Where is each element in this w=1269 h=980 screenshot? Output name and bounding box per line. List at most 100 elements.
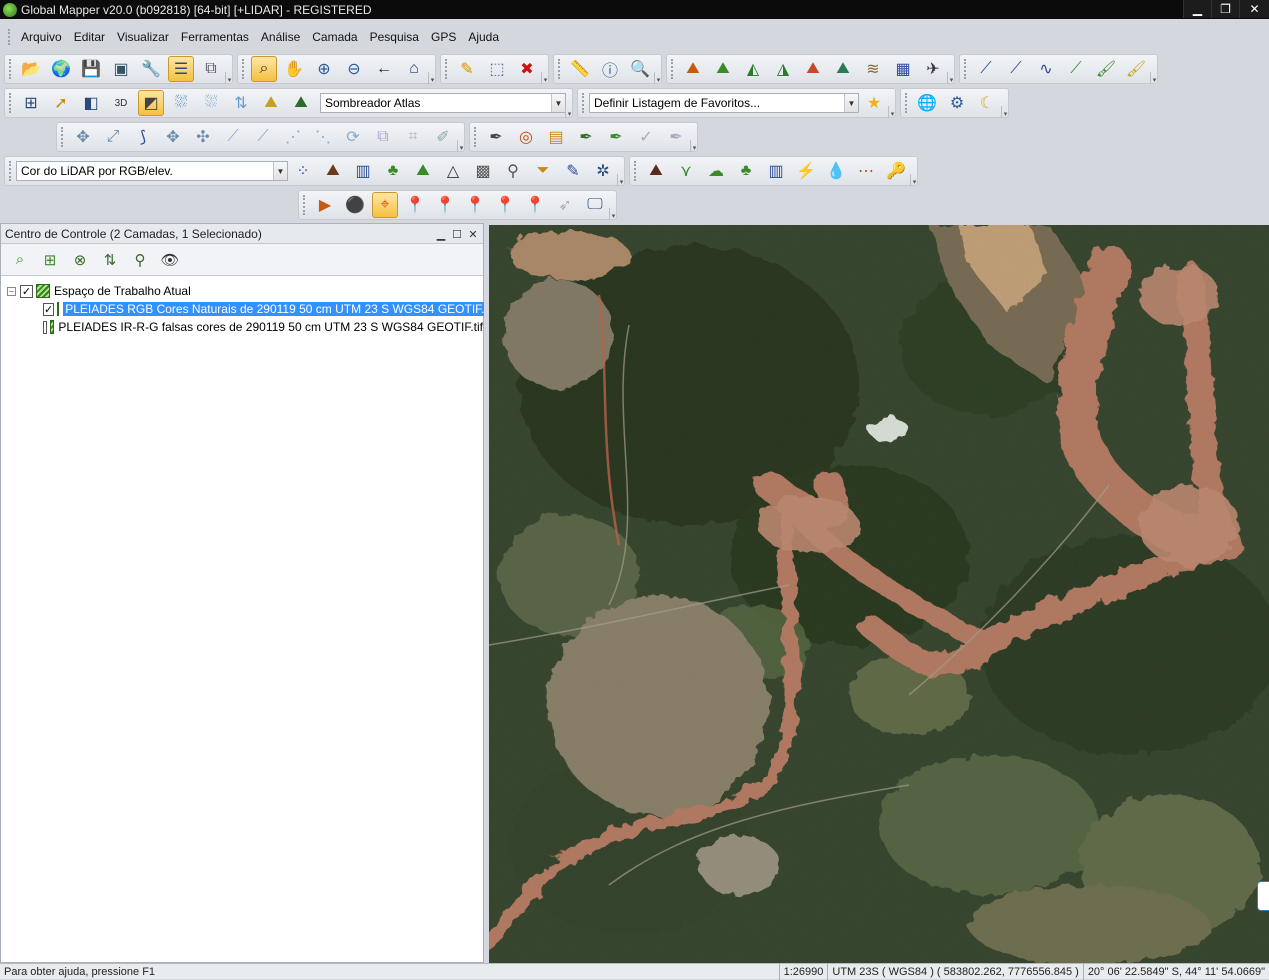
snap-icon[interactable]: ✣ xyxy=(190,124,216,150)
water-class-icon[interactable]: 💧 xyxy=(823,158,849,184)
layer-visibility-icon[interactable]: 👁 xyxy=(156,247,184,273)
path-profile-icon[interactable]: ▤ xyxy=(543,124,569,150)
copy-feature-icon[interactable]: ⧉ xyxy=(370,124,396,150)
layer-move-icon[interactable]: ⇅ xyxy=(96,247,124,273)
menu-pesquisa[interactable]: Pesquisa xyxy=(364,30,425,44)
chevron-down-icon[interactable]: ▼ xyxy=(273,162,287,180)
map-view[interactable] xyxy=(489,225,1269,963)
lidar-cloud-icon[interactable]: ⛰ xyxy=(410,158,436,184)
layer-row[interactable]: PLEIADES IR-R-G falsas cores de 290119 5… xyxy=(1,318,483,336)
gps-pin-track-icon[interactable]: 📍 xyxy=(492,192,518,218)
settings-gear-icon[interactable]: ⚙ xyxy=(944,90,970,116)
pan-hand-icon[interactable]: ✋ xyxy=(281,56,307,82)
layer-remove-icon[interactable]: ⊗ xyxy=(66,247,94,273)
layer-name[interactable]: PLEIADES IR-R-G falsas cores de 290119 5… xyxy=(58,320,483,334)
shader-select[interactable]: Sombreador Atlas ▼ xyxy=(320,93,566,113)
pencil-icon[interactable]: ✎ xyxy=(454,56,480,82)
gps-marker-icon[interactable]: ⚫ xyxy=(342,192,368,218)
menu-ferramentas[interactable]: Ferramentas xyxy=(175,30,255,44)
target-icon[interactable]: ◎ xyxy=(513,124,539,150)
panel-close-icon[interactable]: ✕ xyxy=(465,226,481,242)
close-button[interactable]: ✕ xyxy=(1239,0,1269,18)
terrain-layer-icon[interactable]: ⛰ xyxy=(288,90,314,116)
panel-minimize-icon[interactable]: ▁ xyxy=(433,226,449,242)
star-icon[interactable]: ★ xyxy=(861,90,887,116)
workspace-checkbox[interactable]: ✓ xyxy=(20,284,33,298)
gps-play-icon[interactable]: ▶ xyxy=(312,192,338,218)
control-center-icon[interactable]: ☰ xyxy=(168,56,194,82)
gps-vector-icon[interactable]: ➶ xyxy=(552,192,578,218)
vegetation-medium-icon[interactable]: ☁ xyxy=(703,158,729,184)
gps-pin-point-icon[interactable]: 📍 xyxy=(462,192,488,218)
ground-class-icon[interactable]: ⛰ xyxy=(643,158,669,184)
toolbar-overflow-icon[interactable]: ▾ xyxy=(457,140,465,152)
menu-camada[interactable]: Camada xyxy=(306,30,363,44)
line-tool-icon[interactable]: ⟋ xyxy=(973,56,999,82)
menu-analise[interactable]: Análise xyxy=(255,30,306,44)
toolbar-overflow-icon[interactable]: ▾ xyxy=(947,72,955,84)
water-level-icon[interactable]: ⛆ xyxy=(168,90,194,116)
gps-pin-icon[interactable]: 📍 xyxy=(432,192,458,218)
delete-icon[interactable]: ✖ xyxy=(514,56,540,82)
export-image-icon[interactable]: ▣ xyxy=(108,56,134,82)
toolbar-overflow-icon[interactable]: ▾ xyxy=(617,174,625,186)
chevron-down-icon[interactable]: ▼ xyxy=(844,94,858,112)
toolbar-overflow-icon[interactable]: ▾ xyxy=(910,174,918,186)
terrain-profile-icon[interactable]: ◭ xyxy=(740,56,766,82)
menu-arquivo[interactable]: Arquivo xyxy=(15,30,68,44)
save-icon[interactable]: 💾 xyxy=(78,56,104,82)
menu-ajuda[interactable]: Ajuda xyxy=(462,30,505,44)
split-line-icon[interactable]: ⟋ xyxy=(250,124,276,150)
digitizer-arrow-icon[interactable]: ➚ xyxy=(48,90,74,116)
pick-class-icon[interactable]: 🔑 xyxy=(883,158,909,184)
menu-gps[interactable]: GPS xyxy=(425,30,462,44)
reshape-icon[interactable]: ⋱ xyxy=(310,124,336,150)
toolbar-overflow-icon[interactable]: ▾ xyxy=(690,140,698,152)
line-edit-icon[interactable]: ⟋ xyxy=(1003,56,1029,82)
smooth-icon[interactable]: ⋰ xyxy=(280,124,306,150)
brush-green-icon[interactable]: 🖌 xyxy=(1093,56,1119,82)
check-pen-icon[interactable]: ✓ xyxy=(633,124,659,150)
crop-icon[interactable]: ⌗ xyxy=(400,124,426,150)
toolbar-overflow-icon[interactable]: ▾ xyxy=(1150,72,1158,84)
point-search-icon[interactable]: ⚲ xyxy=(500,158,526,184)
chevron-down-icon[interactable]: ▼ xyxy=(551,94,565,112)
building-class-icon[interactable]: ▥ xyxy=(763,158,789,184)
hillshade-icon[interactable]: ◩ xyxy=(138,90,164,116)
gps-screen-icon[interactable]: 🖵 xyxy=(582,192,608,218)
cut-fill-icon[interactable]: ≋ xyxy=(860,56,886,82)
digitize-pen-icon[interactable]: ✒ xyxy=(573,124,599,150)
move-vertex-icon[interactable]: ✥ xyxy=(160,124,186,150)
layer-zoom-icon[interactable]: ⌕ xyxy=(6,247,34,273)
3d-view-icon[interactable]: 3D xyxy=(108,90,134,116)
toolbar-overflow-icon[interactable]: ▾ xyxy=(1001,106,1009,118)
water-drop-icon[interactable]: ⛆ xyxy=(198,90,224,116)
rotate-icon[interactable]: ⟳ xyxy=(340,124,366,150)
lidar-pen-icon[interactable]: ✒ xyxy=(483,124,509,150)
overview-map-icon[interactable]: ⧉ xyxy=(198,56,224,82)
toolbar-overflow-icon[interactable]: ▾ xyxy=(428,72,436,84)
gps-pin-pen-icon[interactable]: 📍 xyxy=(402,192,428,218)
map-side-tab[interactable] xyxy=(1257,881,1269,911)
zoom-in-icon[interactable]: ⊕ xyxy=(311,56,337,82)
sun-terrain-icon[interactable]: ⛰ xyxy=(258,90,284,116)
zoom-tool-icon[interactable]: ⌕ xyxy=(251,56,277,82)
brush-yellow-icon[interactable]: 🖌 xyxy=(1123,56,1149,82)
info-icon[interactable]: ⓘ xyxy=(597,56,623,82)
toolbar-overflow-icon[interactable]: ▾ xyxy=(565,106,573,118)
back-arrow-icon[interactable]: ← xyxy=(371,56,397,82)
gps-crosshair-icon[interactable]: ⌖ xyxy=(372,192,398,218)
measure-ruler-icon[interactable]: 📏 xyxy=(567,56,593,82)
toolbar-overflow-icon[interactable]: ▾ xyxy=(654,72,662,84)
layout-icon[interactable]: ⊞ xyxy=(18,90,44,116)
toolbar-overflow-icon[interactable]: ▾ xyxy=(225,72,233,84)
config-wrench-icon[interactable]: 🔧 xyxy=(138,56,164,82)
grid-points-icon[interactable]: ▩ xyxy=(470,158,496,184)
triangle-icon[interactable]: △ xyxy=(440,158,466,184)
noise-class-icon[interactable]: ⋯ xyxy=(853,158,879,184)
scale-icon[interactable]: ⤢ xyxy=(100,124,126,150)
lidar-building-icon[interactable]: ▥ xyxy=(350,158,376,184)
layer-checkbox[interactable]: ✓ xyxy=(43,302,55,316)
lidar-edit-icon[interactable]: ✎ xyxy=(560,158,586,184)
layer-name[interactable]: PLEIADES RGB Cores Naturais de 290119 50… xyxy=(63,302,496,316)
